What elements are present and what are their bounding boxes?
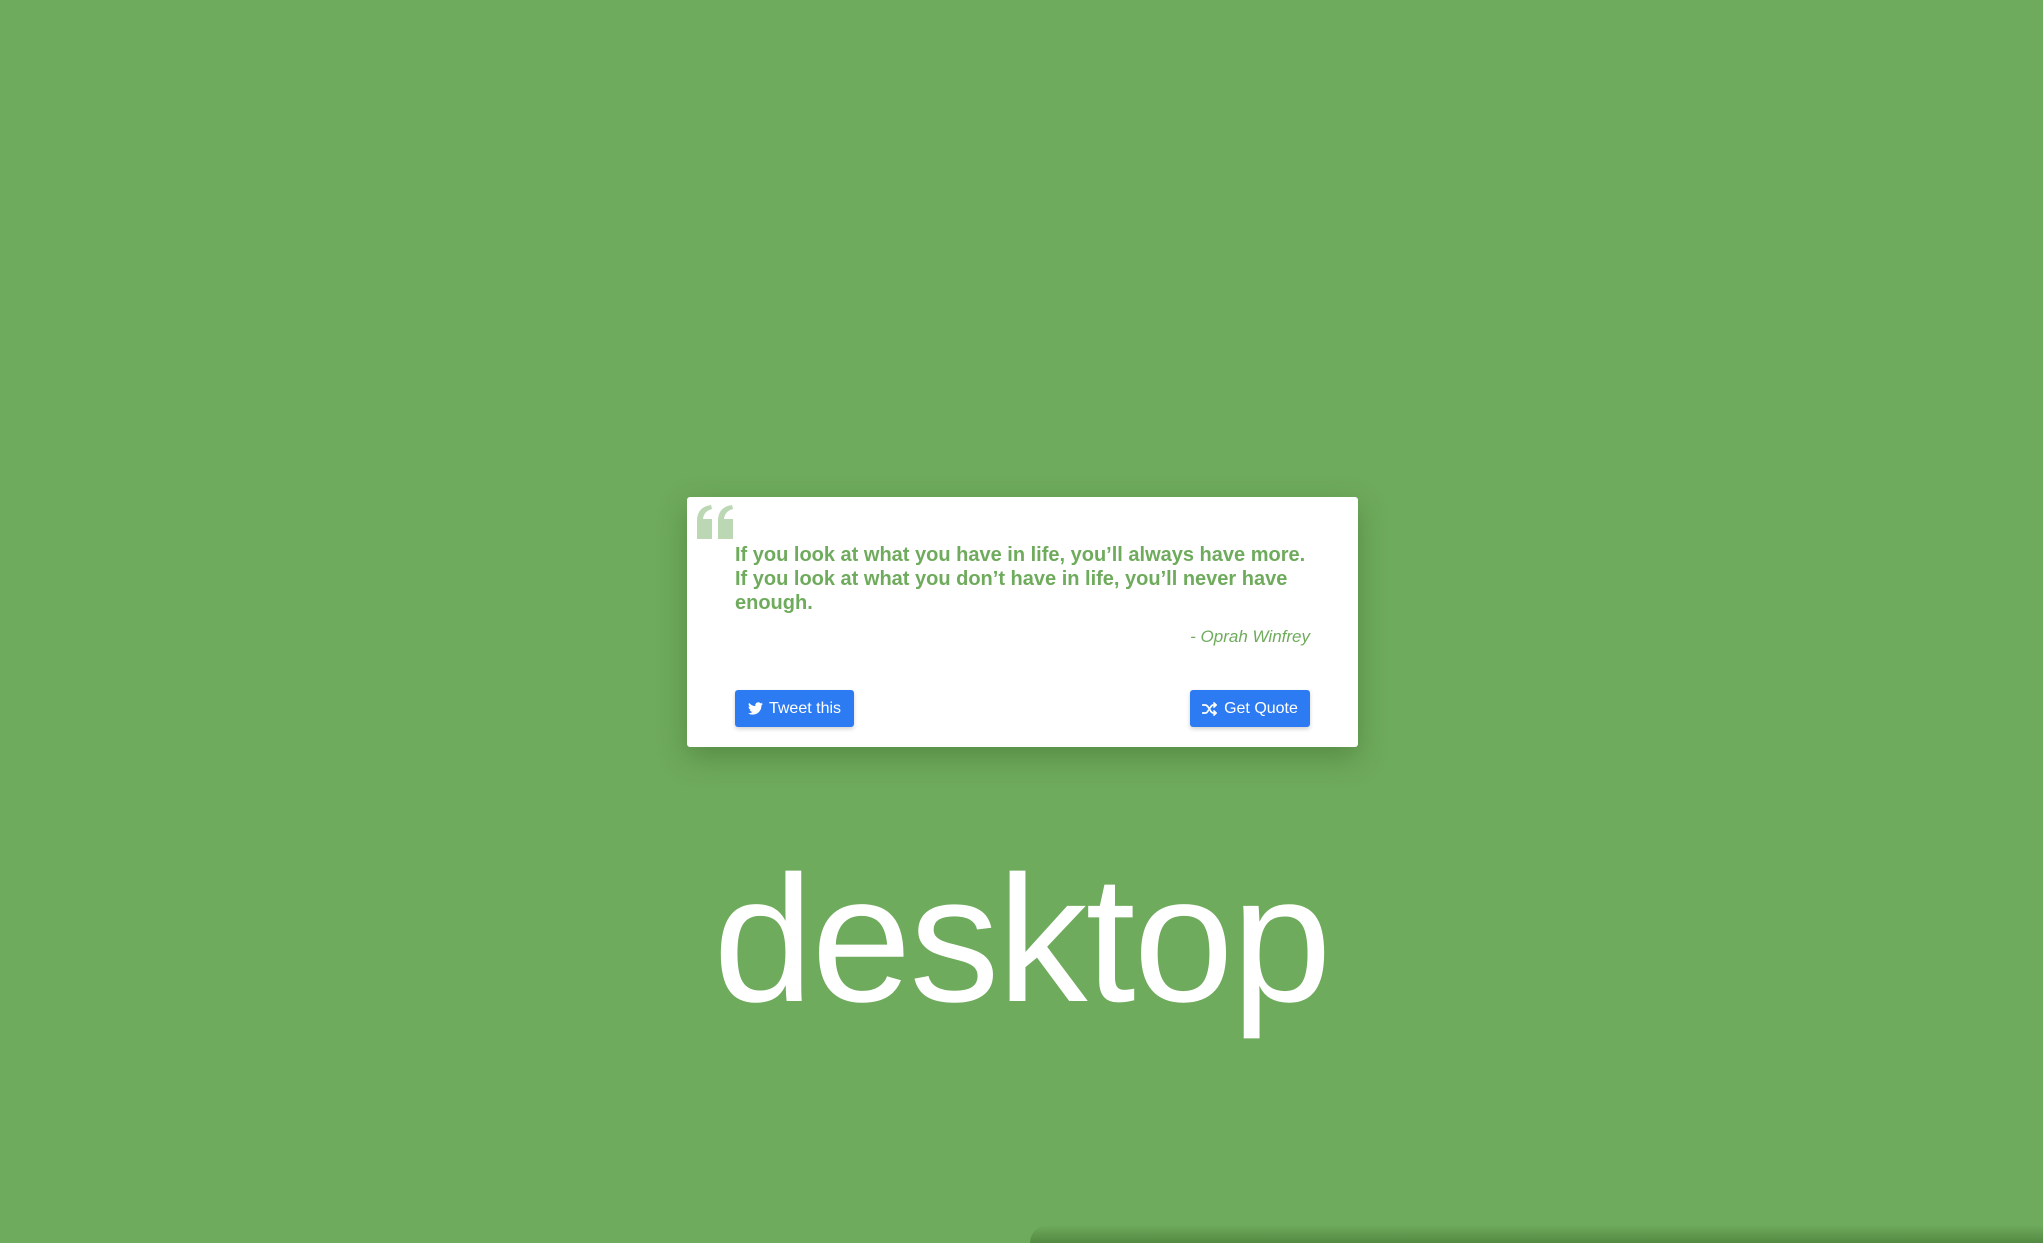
tweet-button-label: Tweet this [768, 699, 842, 717]
viewport-label: desktop [713, 839, 1331, 1040]
tweet-button[interactable]: Tweet this [735, 690, 854, 727]
page: If you look at what you have in life, yo… [0, 0, 2043, 1243]
quote-text: If you look at what you have in life, yo… [735, 544, 1306, 614]
shuffle-icon [1202, 701, 1218, 716]
get-quote-button[interactable]: Get Quote [1190, 690, 1310, 727]
twitter-icon [747, 702, 763, 715]
quote-left-icon [695, 503, 737, 543]
quote-author: - Oprah Winfrey [1190, 627, 1310, 646]
bottom-shadow [1030, 1225, 2043, 1243]
get-quote-button-label: Get Quote [1224, 699, 1298, 717]
quote-card: If you look at what you have in life, yo… [687, 497, 1358, 747]
